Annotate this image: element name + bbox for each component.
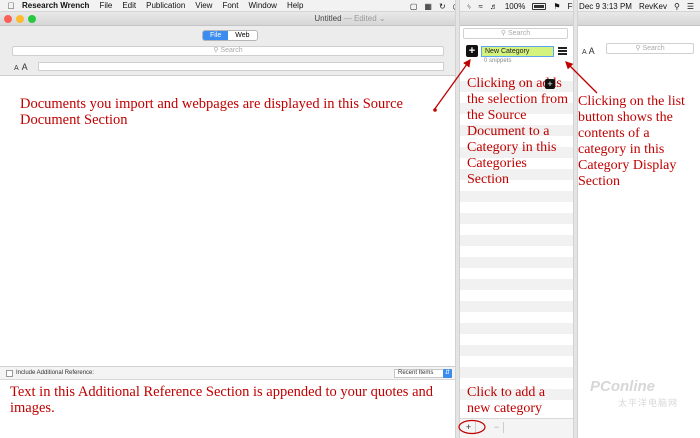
source-toolbar: File Web ⚲ Search AA — [0, 26, 455, 76]
title-bar: Untitled — Edited ⌄ — [0, 12, 700, 26]
categories-bottom-bar: + − — [460, 418, 573, 438]
list-menu-icon[interactable]: ☰ — [687, 2, 694, 11]
menu-file[interactable]: File — [99, 1, 112, 10]
font-size-control[interactable]: AA — [14, 62, 28, 72]
add-category-button[interactable]: + — [462, 422, 476, 433]
menu-edit[interactable]: Edit — [122, 1, 136, 10]
add-to-category-button[interactable]: + — [466, 45, 478, 57]
include-reference-label: Include Additional Reference: — [16, 370, 95, 376]
list-icon[interactable] — [558, 47, 567, 55]
apple-icon[interactable]:  — [0, 1, 22, 11]
menu-window[interactable]: Window — [248, 1, 276, 10]
recent-items-dropdown[interactable]: Recent Items ⇵ — [394, 369, 452, 378]
annotation-additional-reference: Text in this Additional Reference Sectio… — [10, 384, 434, 416]
window-title: Untitled — Edited ⌄ — [314, 14, 386, 23]
annotation-categories-section: Clicking on adds the selection from the … — [467, 76, 569, 187]
search-icon[interactable]: ⚲ — [674, 2, 680, 11]
categories-search-input[interactable]: ⚲ Search — [463, 28, 568, 39]
chevron-down-icon[interactable]: ⌄ — [379, 14, 386, 23]
display-font-smaller-button[interactable]: A — [582, 49, 587, 56]
user-name[interactable]: RevKev — [639, 2, 667, 11]
remove-category-button[interactable]: − — [490, 422, 504, 433]
category-display-section: AA ⚲ Search Clicking on the list button … — [578, 26, 700, 438]
address-field[interactable] — [38, 62, 444, 71]
search-icon: ⚲ — [635, 45, 641, 52]
display-search-input[interactable]: ⚲ Search — [606, 43, 694, 54]
annotation-source-section: Documents you import and webpages are di… — [20, 96, 403, 128]
font-smaller-button[interactable]: A — [14, 65, 19, 72]
battery-icon[interactable] — [532, 2, 547, 10]
flag-icon[interactable]: ⚑ — [553, 2, 560, 11]
bluetooth-icon[interactable]: ᛃ — [467, 2, 472, 11]
source-document-section: File Web ⚲ Search AA Documents you impor… — [0, 26, 455, 438]
search-icon: ⚲ — [213, 47, 219, 54]
dropbox-icon[interactable]: ▢ — [410, 2, 418, 11]
menu-bar:  Research Wrench File Edit Publication … — [0, 0, 700, 12]
snippet-count: 0 snippets — [484, 58, 512, 64]
calendar-icon[interactable]: ▦ — [424, 2, 432, 11]
categories-section: ⚲ Search + New Category 0 snippets Click… — [460, 26, 573, 438]
wifi-icon[interactable]: ≈ — [478, 2, 482, 11]
watermark-logo: PConline — [590, 378, 656, 395]
source-search-input[interactable]: ⚲ Search — [12, 46, 444, 56]
watermark-subtitle: 太平洋电脑网 — [618, 398, 679, 408]
tab-web[interactable]: Web — [228, 31, 257, 40]
volume-icon[interactable]: ♬ — [490, 2, 498, 11]
source-tabs: File Web — [202, 30, 258, 41]
status-area: ▢ ▦ ↻ ◷ ᛃ ≈ ♬ 100% ⚑ Fri Dec 9 3:13 PM R… — [410, 0, 694, 12]
chevron-updown-icon: ⇵ — [443, 369, 452, 378]
annotation-display-section: Clicking on the list button shows the co… — [578, 94, 685, 189]
additional-reference-bar: Include Additional Reference: Recent Ite… — [0, 367, 455, 380]
display-font-larger-button[interactable]: A — [589, 46, 595, 56]
additional-reference-section: Include Additional Reference: Recent Ite… — [0, 366, 455, 438]
menu-font[interactable]: Font — [222, 1, 238, 10]
app-menu[interactable]: Research Wrench — [22, 1, 89, 10]
tab-file[interactable]: File — [203, 31, 229, 40]
new-category-name-field[interactable]: New Category — [481, 46, 554, 57]
font-larger-button[interactable]: A — [22, 62, 28, 72]
search-icon: ⚲ — [500, 30, 506, 37]
add-square-icon: + — [545, 79, 555, 89]
menu-publication[interactable]: Publication — [146, 1, 185, 10]
menu-view[interactable]: View — [195, 1, 212, 10]
battery-percent[interactable]: 100% — [505, 2, 525, 11]
include-reference-checkbox[interactable] — [6, 370, 13, 377]
menu-help[interactable]: Help — [287, 1, 303, 10]
display-font-size-control[interactable]: AA — [582, 46, 595, 56]
sync-icon[interactable]: ↻ — [439, 2, 446, 11]
annotation-new-category: Click to add a new category — [467, 385, 546, 416]
